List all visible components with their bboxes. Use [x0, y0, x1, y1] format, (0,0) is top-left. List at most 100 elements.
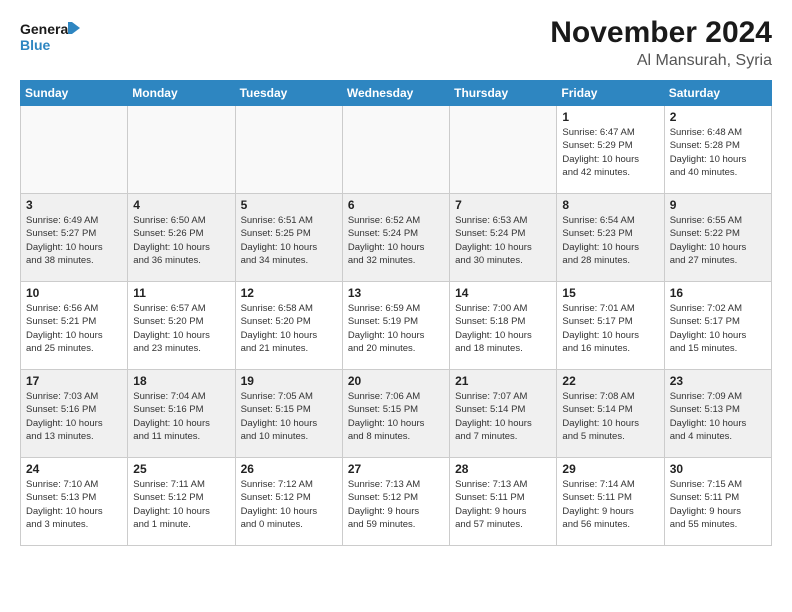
day-info: Sunrise: 7:10 AM Sunset: 5:13 PM Dayligh… [26, 478, 122, 531]
calendar-cell: 10Sunrise: 6:56 AM Sunset: 5:21 PM Dayli… [21, 282, 128, 370]
calendar-cell: 17Sunrise: 7:03 AM Sunset: 5:16 PM Dayli… [21, 370, 128, 458]
day-number: 16 [670, 286, 766, 300]
day-number: 25 [133, 462, 229, 476]
day-info: Sunrise: 6:54 AM Sunset: 5:23 PM Dayligh… [562, 214, 658, 267]
month-title: November 2024 [550, 16, 772, 50]
day-info: Sunrise: 7:00 AM Sunset: 5:18 PM Dayligh… [455, 302, 551, 355]
calendar-cell [21, 106, 128, 194]
calendar-cell: 15Sunrise: 7:01 AM Sunset: 5:17 PM Dayli… [557, 282, 664, 370]
day-number: 7 [455, 198, 551, 212]
day-info: Sunrise: 7:08 AM Sunset: 5:14 PM Dayligh… [562, 390, 658, 443]
day-number: 17 [26, 374, 122, 388]
calendar-cell: 6 Sunrise: 6:52 AM Sunset: 5:24 PM Daylig… [342, 194, 449, 282]
header: General Blue November 2024 Al Mansurah, … [20, 16, 772, 70]
day-info: Sunrise: 7:12 AM Sunset: 5:12 PM Dayligh… [241, 478, 337, 531]
day-number: 1 [562, 110, 658, 124]
day-info: Sunrise: 6:57 AM Sunset: 5:20 PM Dayligh… [133, 302, 229, 355]
calendar-cell: 18Sunrise: 7:04 AM Sunset: 5:16 PM Dayli… [128, 370, 235, 458]
weekday-header-monday: Monday [128, 81, 235, 106]
day-number: 11 [133, 286, 229, 300]
page: General Blue November 2024 Al Mansurah, … [0, 0, 792, 612]
day-number: 2 [670, 110, 766, 124]
day-number: 5 [241, 198, 337, 212]
day-number: 21 [455, 374, 551, 388]
day-info: Sunrise: 7:07 AM Sunset: 5:14 PM Dayligh… [455, 390, 551, 443]
calendar-cell [342, 106, 449, 194]
week-row-4: 17Sunrise: 7:03 AM Sunset: 5:16 PM Dayli… [21, 370, 772, 458]
calendar-cell: 29Sunrise: 7:14 AM Sunset: 5:11 PM Dayli… [557, 458, 664, 546]
calendar-cell: 20Sunrise: 7:06 AM Sunset: 5:15 PM Dayli… [342, 370, 449, 458]
weekday-header-row: SundayMondayTuesdayWednesdayThursdayFrid… [21, 81, 772, 106]
weekday-header-thursday: Thursday [450, 81, 557, 106]
location-title: Al Mansurah, Syria [550, 52, 772, 70]
calendar-cell: 12 Sunrise: 6:58 AM Sunset: 5:20 PM Dayli… [235, 282, 342, 370]
logo-icon: General Blue [20, 16, 80, 60]
day-number: 8 [562, 198, 658, 212]
calendar-cell: 3 Sunrise: 6:49 AM Sunset: 5:27 PM Daylig… [21, 194, 128, 282]
day-info: Sunrise: 6:50 AM Sunset: 5:26 PM Dayligh… [133, 214, 229, 267]
calendar-cell: 2Sunrise: 6:48 AM Sunset: 5:28 PM Daylig… [664, 106, 771, 194]
calendar-cell: 19Sunrise: 7:05 AM Sunset: 5:15 PM Dayli… [235, 370, 342, 458]
day-number: 26 [241, 462, 337, 476]
title-block: November 2024 Al Mansurah, Syria [550, 16, 772, 70]
day-number: 22 [562, 374, 658, 388]
calendar-cell: 27Sunrise: 7:13 AM Sunset: 5:12 PM Dayli… [342, 458, 449, 546]
day-info: Sunrise: 6:49 AM Sunset: 5:27 PM Dayligh… [26, 214, 122, 267]
weekday-header-tuesday: Tuesday [235, 81, 342, 106]
weekday-header-wednesday: Wednesday [342, 81, 449, 106]
day-info: Sunrise: 7:09 AM Sunset: 5:13 PM Dayligh… [670, 390, 766, 443]
calendar-cell: 7 Sunrise: 6:53 AM Sunset: 5:24 PM Daylig… [450, 194, 557, 282]
svg-text:Blue: Blue [20, 37, 51, 53]
day-number: 29 [562, 462, 658, 476]
week-row-3: 10Sunrise: 6:56 AM Sunset: 5:21 PM Dayli… [21, 282, 772, 370]
svg-text:General: General [20, 21, 72, 37]
day-number: 9 [670, 198, 766, 212]
day-info: Sunrise: 6:58 AM Sunset: 5:20 PM Dayligh… [241, 302, 337, 355]
calendar-cell: 26 Sunrise: 7:12 AM Sunset: 5:12 PM Dayli… [235, 458, 342, 546]
calendar-cell: 22 Sunrise: 7:08 AM Sunset: 5:14 PM Dayli… [557, 370, 664, 458]
calendar-cell: 13Sunrise: 6:59 AM Sunset: 5:19 PM Dayli… [342, 282, 449, 370]
day-number: 3 [26, 198, 122, 212]
day-number: 12 [241, 286, 337, 300]
calendar-cell: 1 Sunrise: 6:47 AM Sunset: 5:29 PM Daylig… [557, 106, 664, 194]
day-info: Sunrise: 6:55 AM Sunset: 5:22 PM Dayligh… [670, 214, 766, 267]
day-number: 14 [455, 286, 551, 300]
week-row-5: 24 Sunrise: 7:10 AM Sunset: 5:13 PM Dayli… [21, 458, 772, 546]
day-info: Sunrise: 7:13 AM Sunset: 5:12 PM Dayligh… [348, 478, 444, 531]
day-info: Sunrise: 7:05 AM Sunset: 5:15 PM Dayligh… [241, 390, 337, 443]
day-number: 13 [348, 286, 444, 300]
day-info: Sunrise: 6:52 AM Sunset: 5:24 PM Dayligh… [348, 214, 444, 267]
day-number: 6 [348, 198, 444, 212]
day-number: 23 [670, 374, 766, 388]
week-row-2: 3 Sunrise: 6:49 AM Sunset: 5:27 PM Daylig… [21, 194, 772, 282]
calendar-cell: 14 Sunrise: 7:00 AM Sunset: 5:18 PM Dayli… [450, 282, 557, 370]
calendar-cell: 21 Sunrise: 7:07 AM Sunset: 5:14 PM Dayli… [450, 370, 557, 458]
logo: General Blue [20, 16, 80, 65]
calendar: SundayMondayTuesdayWednesdayThursdayFrid… [20, 80, 772, 546]
calendar-cell: 30 Sunrise: 7:15 AM Sunset: 5:11 PM Dayli… [664, 458, 771, 546]
day-info: Sunrise: 7:11 AM Sunset: 5:12 PM Dayligh… [133, 478, 229, 531]
day-number: 24 [26, 462, 122, 476]
day-number: 18 [133, 374, 229, 388]
day-number: 30 [670, 462, 766, 476]
day-info: Sunrise: 6:47 AM Sunset: 5:29 PM Dayligh… [562, 126, 658, 179]
calendar-cell: 28Sunrise: 7:13 AM Sunset: 5:11 PM Dayli… [450, 458, 557, 546]
week-row-1: 1 Sunrise: 6:47 AM Sunset: 5:29 PM Daylig… [21, 106, 772, 194]
calendar-cell [128, 106, 235, 194]
weekday-header-friday: Friday [557, 81, 664, 106]
day-info: Sunrise: 7:01 AM Sunset: 5:17 PM Dayligh… [562, 302, 658, 355]
day-info: Sunrise: 7:15 AM Sunset: 5:11 PM Dayligh… [670, 478, 766, 531]
day-info: Sunrise: 7:02 AM Sunset: 5:17 PM Dayligh… [670, 302, 766, 355]
calendar-cell: 9 Sunrise: 6:55 AM Sunset: 5:22 PM Daylig… [664, 194, 771, 282]
calendar-cell: 4Sunrise: 6:50 AM Sunset: 5:26 PM Daylig… [128, 194, 235, 282]
day-number: 28 [455, 462, 551, 476]
day-info: Sunrise: 6:53 AM Sunset: 5:24 PM Dayligh… [455, 214, 551, 267]
calendar-cell: 5 Sunrise: 6:51 AM Sunset: 5:25 PM Daylig… [235, 194, 342, 282]
calendar-cell: 24 Sunrise: 7:10 AM Sunset: 5:13 PM Dayli… [21, 458, 128, 546]
day-number: 20 [348, 374, 444, 388]
day-info: Sunrise: 6:56 AM Sunset: 5:21 PM Dayligh… [26, 302, 122, 355]
calendar-cell [450, 106, 557, 194]
calendar-cell: 23 Sunrise: 7:09 AM Sunset: 5:13 PM Dayli… [664, 370, 771, 458]
calendar-cell: 11 Sunrise: 6:57 AM Sunset: 5:20 PM Dayli… [128, 282, 235, 370]
day-info: Sunrise: 6:51 AM Sunset: 5:25 PM Dayligh… [241, 214, 337, 267]
